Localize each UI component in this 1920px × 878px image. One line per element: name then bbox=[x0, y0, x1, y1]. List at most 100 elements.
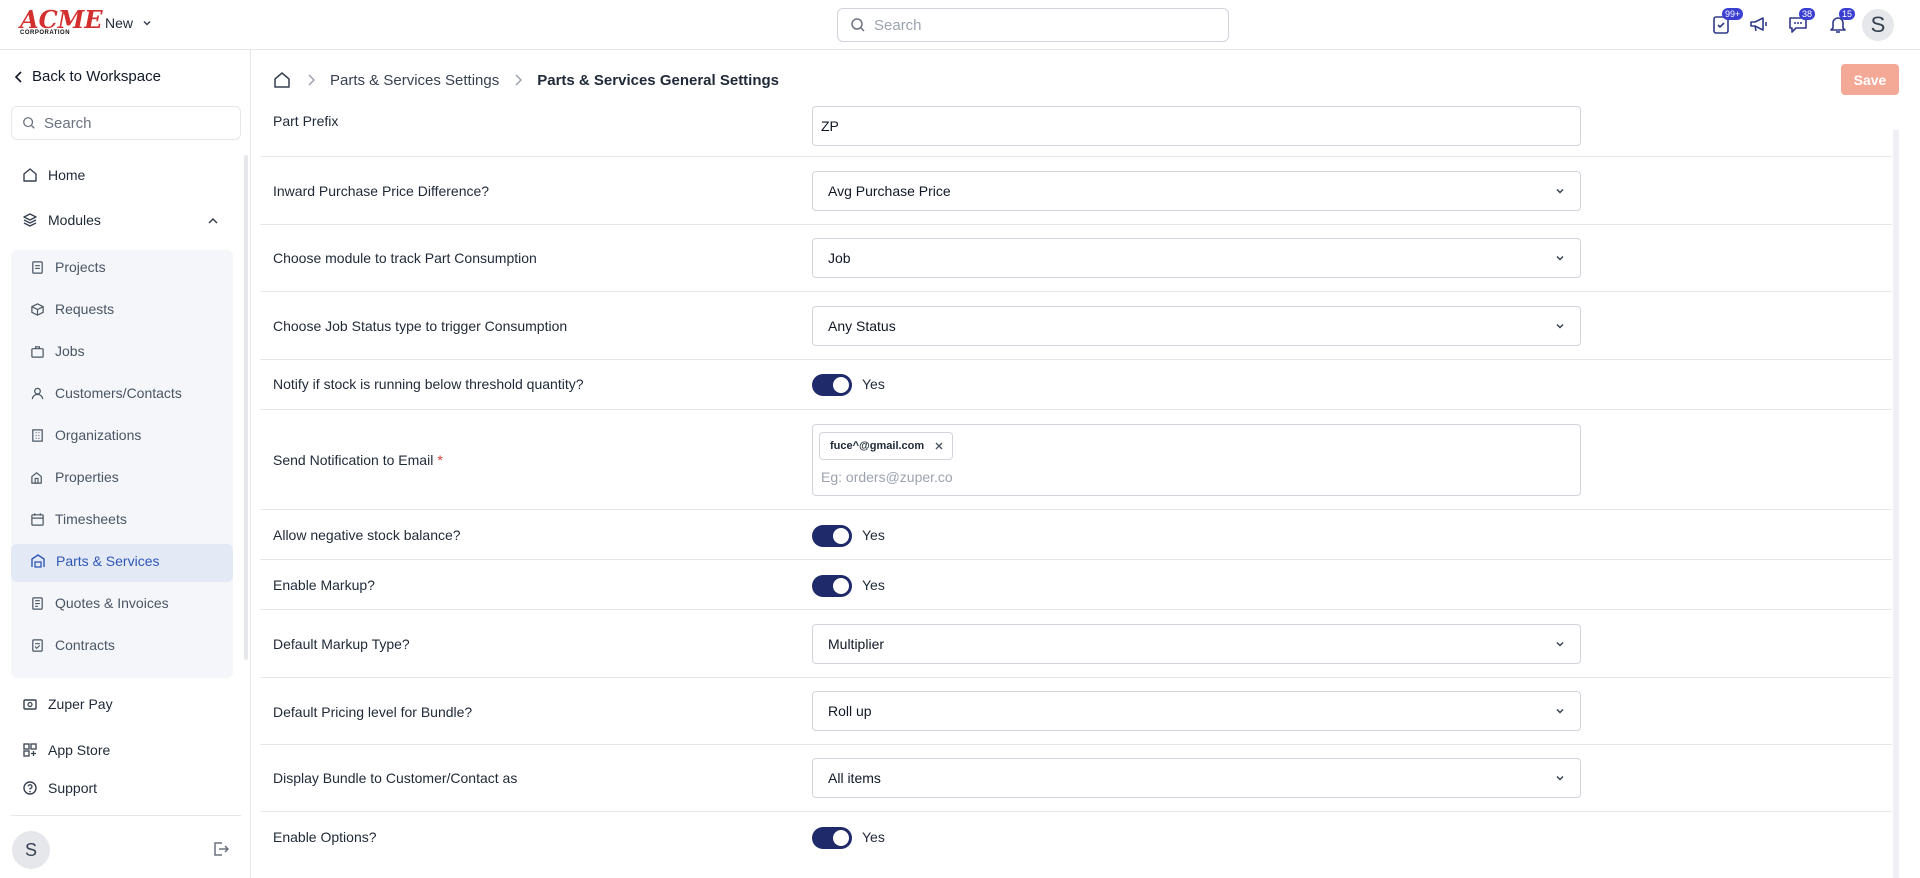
sidebar-avatar[interactable]: S bbox=[12, 831, 50, 869]
sidebar-item-label: Requests bbox=[55, 301, 115, 317]
consumption-module-row: Choose module to track Part Consumption … bbox=[260, 225, 1892, 292]
sidebar-search-input[interactable]: Search bbox=[11, 106, 241, 140]
selected-value: Job bbox=[828, 250, 851, 266]
sidebar-item-label: App Store bbox=[48, 742, 111, 758]
sidebar-item-timesheets[interactable]: Timesheets bbox=[30, 511, 127, 527]
sidebar-item-label: Contracts bbox=[55, 637, 115, 653]
markup-type-row: Default Markup Type? Multiplier bbox=[260, 610, 1892, 678]
inward-price-select[interactable]: Avg Purchase Price bbox=[812, 171, 1581, 211]
tasks-button[interactable]: 99+ bbox=[1710, 8, 1744, 37]
markup-type-label: Default Markup Type? bbox=[273, 636, 410, 652]
content-scrollbar[interactable] bbox=[1893, 130, 1899, 878]
back-to-workspace-link[interactable]: Back to Workspace bbox=[14, 68, 161, 85]
bundle-display-select[interactable]: All items bbox=[812, 758, 1581, 798]
part-prefix-input[interactable]: ZP bbox=[812, 106, 1581, 146]
apps-grid-icon bbox=[23, 743, 37, 757]
consumption-module-label: Choose module to track Part Consumption bbox=[273, 250, 537, 266]
job-status-select[interactable]: Any Status bbox=[812, 306, 1581, 346]
chat-badge: 38 bbox=[1799, 8, 1816, 20]
selected-value: Roll up bbox=[828, 703, 872, 719]
sidebar-item-home[interactable]: Home bbox=[22, 167, 85, 183]
chevron-up-icon[interactable] bbox=[206, 214, 220, 228]
search-icon bbox=[23, 117, 35, 129]
sidebar-scrollbar[interactable] bbox=[244, 155, 248, 660]
bundle-pricing-select[interactable]: Roll up bbox=[812, 691, 1581, 731]
sidebar-item-requests[interactable]: Requests bbox=[30, 301, 114, 317]
sidebar-item-label: Properties bbox=[55, 469, 119, 485]
negative-stock-row: Allow negative stock balance? Yes bbox=[260, 510, 1892, 560]
home-icon[interactable] bbox=[272, 70, 292, 90]
chevron-left-icon bbox=[14, 70, 22, 83]
global-search-input[interactable]: Search bbox=[837, 8, 1229, 42]
bundle-display-label: Display Bundle to Customer/Contact as bbox=[273, 770, 518, 786]
notifications-badge: 15 bbox=[1839, 8, 1856, 20]
sidebar-item-customers[interactable]: Customers/Contacts bbox=[30, 385, 182, 401]
email-placeholder: Eg: orders@zuper.co bbox=[821, 469, 953, 485]
sidebar-divider bbox=[11, 815, 241, 816]
sidebar-item-properties[interactable]: Properties bbox=[30, 469, 119, 485]
enable-options-row: Enable Options? Yes bbox=[260, 812, 1892, 862]
breadcrumb-current: Parts & Services General Settings bbox=[537, 71, 780, 89]
enable-markup-toggle[interactable] bbox=[812, 575, 852, 597]
sidebar-item-label: Timesheets bbox=[55, 511, 127, 527]
selected-value: Any Status bbox=[828, 318, 896, 334]
markup-type-select[interactable]: Multiplier bbox=[812, 624, 1581, 664]
job-status-label: Choose Job Status type to trigger Consum… bbox=[273, 318, 568, 334]
sidebar-item-app-store[interactable]: App Store bbox=[22, 742, 110, 758]
selected-value: All items bbox=[828, 770, 881, 786]
invoice-icon bbox=[32, 596, 43, 610]
sidebar-item-quotes-invoices[interactable]: Quotes & Invoices bbox=[30, 595, 169, 611]
selected-value: Avg Purchase Price bbox=[828, 183, 951, 199]
notification-email-input[interactable]: fuce^@gmail.com Eg: orders@zuper.co bbox=[812, 424, 1581, 496]
enable-options-label: Enable Options? bbox=[273, 829, 377, 845]
top-bar: ACME CORPORATION New Search 99+ 38 15 S bbox=[0, 0, 1920, 50]
required-marker: * bbox=[437, 452, 443, 468]
sidebar-item-support[interactable]: Support bbox=[22, 780, 97, 796]
acme-logo[interactable]: ACME CORPORATION bbox=[20, 8, 103, 37]
chevron-down-icon bbox=[143, 20, 151, 26]
breadcrumb-parent[interactable]: Parts & Services Settings bbox=[330, 72, 499, 89]
enable-options-toggle[interactable] bbox=[812, 827, 852, 849]
sidebar-item-organizations[interactable]: Organizations bbox=[30, 427, 141, 443]
sidebar-search-placeholder: Search bbox=[44, 114, 92, 132]
sidebar-item-label: Support bbox=[48, 780, 98, 796]
notifications-button[interactable]: 15 bbox=[1827, 8, 1856, 37]
sidebar-item-jobs[interactable]: Jobs bbox=[30, 343, 85, 359]
bundle-pricing-row: Default Pricing level for Bundle? Roll u… bbox=[260, 678, 1892, 745]
user-icon bbox=[31, 387, 44, 399]
notify-threshold-label: Notify if stock is running below thresho… bbox=[273, 376, 584, 392]
toggle-knob bbox=[833, 830, 849, 846]
logout-icon[interactable] bbox=[212, 840, 230, 858]
sidebar-item-label: Modules bbox=[48, 212, 101, 228]
back-label: Back to Workspace bbox=[32, 68, 161, 85]
notification-email-row: Send Notification to Email * fuce^@gmail.… bbox=[260, 410, 1892, 510]
selected-value: Multiplier bbox=[828, 636, 885, 652]
chat-button[interactable]: 38 bbox=[1787, 8, 1816, 37]
sidebar-item-label: Zuper Pay bbox=[48, 696, 113, 712]
sidebar-item-contracts[interactable]: Contracts bbox=[30, 637, 115, 653]
consumption-module-select[interactable]: Job bbox=[812, 238, 1581, 278]
chevron-down-icon bbox=[1556, 708, 1564, 714]
part-prefix-label: Part Prefix bbox=[273, 113, 339, 129]
building-icon bbox=[32, 428, 43, 442]
help-circle-icon bbox=[23, 781, 37, 795]
notify-threshold-toggle[interactable] bbox=[812, 374, 852, 396]
new-menu-button[interactable]: New bbox=[105, 15, 153, 31]
part-prefix-row: Part Prefix ZP bbox=[260, 106, 1892, 157]
sidebar-item-modules[interactable]: Modules bbox=[22, 212, 101, 228]
sidebar-item-projects[interactable]: Projects bbox=[30, 259, 106, 275]
negative-stock-toggle[interactable] bbox=[812, 525, 852, 547]
email-chip: fuce^@gmail.com bbox=[819, 432, 954, 460]
save-button[interactable]: Save bbox=[1841, 64, 1899, 95]
home-icon bbox=[23, 168, 37, 182]
announcements-button[interactable] bbox=[1748, 13, 1772, 37]
toggle-state-label: Yes bbox=[862, 829, 885, 845]
close-icon[interactable] bbox=[934, 441, 944, 451]
sidebar-item-zuper-pay[interactable]: Zuper Pay bbox=[22, 696, 113, 712]
megaphone-icon bbox=[1750, 17, 1767, 32]
sidebar-item-parts-services[interactable]: Parts & Services bbox=[30, 553, 159, 569]
calendar-icon bbox=[31, 512, 44, 526]
user-avatar[interactable]: S bbox=[1862, 9, 1894, 41]
warehouse-icon bbox=[31, 554, 45, 568]
sidebar-item-label: Home bbox=[48, 167, 86, 183]
